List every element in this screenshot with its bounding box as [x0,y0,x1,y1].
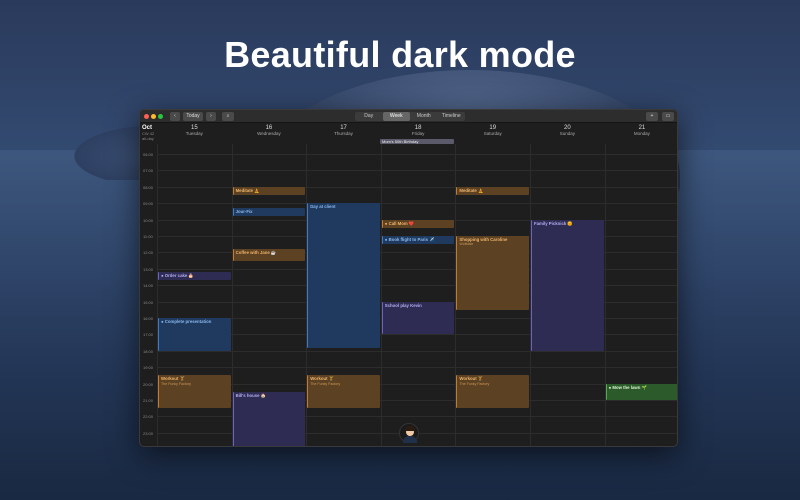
user-avatar-icon[interactable] [399,423,419,443]
toolbar: ‹ Today › ⌕ Day Week Month Timeline + ▭ [140,110,677,123]
hour-label: 15:00 [143,299,154,305]
day-name: Wednesday [257,131,281,136]
event-title: Bill's house 🏠 [235,392,267,398]
calendar-event[interactable]: Bill's house 🏠 [232,391,306,446]
chevron-left-icon[interactable]: ‹ [170,112,180,121]
chevron-right-icon[interactable]: › [206,112,216,121]
day-name: Friday [411,131,425,136]
event-location: The Funky Factory [459,381,490,386]
hour-line [157,203,677,205]
all-day-label: all-day [142,136,154,141]
avatar-body [403,436,417,443]
day-name: Saturday [483,131,502,136]
headline: Beautiful dark mode [224,34,576,75]
minimize-window-icon[interactable] [151,114,156,119]
day-header[interactable]: 18 Friday [381,125,456,136]
event-title: Meditate 🧘 [235,187,260,193]
hour-label: 23:00 [143,430,154,436]
event-title: Day at client [310,204,336,210]
calendar-event[interactable]: School play Kevin [381,301,455,335]
close-window-icon[interactable] [144,114,149,119]
event-location: The Funky Factory [161,381,191,386]
day-divider [604,144,606,446]
day-header[interactable]: 19 Saturday [455,125,530,136]
view-week-button[interactable]: Week [382,112,410,121]
calendar-grid[interactable]: 06:00 07:00 08:00 09:00 10:00 11:00 12:00 13:00… [140,144,677,446]
day-header[interactable]: 16 Wednesday [232,125,307,136]
day-header[interactable]: 20 Sunday [530,125,605,136]
hour-label: 08:00 [143,184,154,190]
event-title: School play Kevin [384,302,422,308]
sidebar-icon[interactable]: ▭ [662,112,674,121]
event-title: ● Order cake 🎂 [161,273,194,279]
hour-label: 20:00 [143,381,154,387]
view-timeline-button[interactable]: Timeline [438,112,466,121]
hour-label: 19:00 [143,365,154,371]
calendar-event[interactable]: Family Picknick 🌞 [531,219,604,351]
calendar-event[interactable]: Workout 🏋 The Funky Factory [456,375,529,409]
event-title: ● Call Mom ❤️ [384,220,415,226]
day-header[interactable]: 21 Monday [605,125,677,136]
calendar-event[interactable]: ● Complete presentation [158,318,231,351]
event-title: Meditate 🧘 [459,187,484,193]
hour-label: 16:00 [143,316,154,321]
day-header[interactable]: 17 Thursday [306,125,381,136]
event-title: Jour-Fix [235,209,253,215]
today-button[interactable]: Today [183,112,203,121]
search-icon[interactable]: ⌕ [222,112,234,121]
hour-label: 10:00 [143,217,154,223]
week-header: Oct CW 42 all-day 15 Tuesday 16 Wednesday 17… [140,123,677,141]
calendar-event[interactable]: Jour-Fix [232,208,306,217]
hour-label: 21:00 [143,398,154,403]
hour-line [157,170,677,172]
hour-label: 14:00 [143,283,154,289]
hour-label: 07:00 [143,168,154,174]
event-title: Family Picknick 🌞 [534,220,573,226]
event-title: ● Mow the lawn 🌱 [608,384,647,390]
hour-label: 11:00 [143,234,153,239]
event-location: The Funky Factory [310,381,341,386]
hour-label: 13:00 [143,266,154,272]
view-day-button[interactable]: Day [355,112,383,121]
day-name: Sunday [559,131,575,136]
event-title: Coffee with Jane ☕ [235,250,277,256]
hour-label: 06:00 [143,152,154,157]
day-header[interactable]: 15 Tuesday [157,125,232,136]
calendar-event[interactable]: Workout 🏋 The Funky Factory [158,375,231,409]
calendar-event[interactable]: Meditate 🧘 [456,186,529,195]
calendar-event[interactable]: ● Call Mom ❤️ [381,219,455,228]
hour-label: 18:00 [143,348,154,354]
calendar-window: ‹ Today › ⌕ Day Week Month Timeline + ▭ Oct… [139,109,678,447]
calendar-event[interactable]: Meditate 🧘 [232,186,306,195]
hour-label: 22:00 [143,414,154,420]
day-divider [380,144,382,446]
view-month-button[interactable]: Month [410,112,438,121]
calendar-event[interactable]: Day at client [307,203,380,348]
avatar-hair [405,426,415,431]
hour-line [157,383,677,385]
calendar-event[interactable]: Workout 🏋 The Funky Factory [307,375,380,409]
event-title: ● Book flight to Paris ✈️ [384,237,435,242]
day-name: Thursday [334,131,353,136]
hour-line [157,367,677,369]
zoom-window-icon[interactable] [158,114,163,119]
calendar-event[interactable]: Shopping with Caroline Wolfdale [456,236,529,310]
hour-label: 09:00 [143,201,154,207]
calendar-event[interactable]: Coffee with Jane ☕ [232,249,306,261]
hour-label: 17:00 [143,332,154,338]
event-location: Wolfdale [459,242,474,247]
hour-line [157,350,677,352]
hour-label: 12:00 [143,250,154,256]
calendar-event[interactable]: ● Order cake 🎂 [158,272,231,281]
hour-line [157,154,677,155]
view-switcher: Day Week Month Timeline [355,112,465,121]
calendar-event[interactable]: ● Mow the lawn 🌱 [605,383,677,400]
plus-icon[interactable]: + [646,112,658,121]
event-title: ● Complete presentation [161,319,212,324]
day-name: Monday [633,131,650,136]
day-name: Tuesday [185,131,203,136]
calendar-event[interactable]: ● Book flight to Paris ✈️ [381,236,455,245]
